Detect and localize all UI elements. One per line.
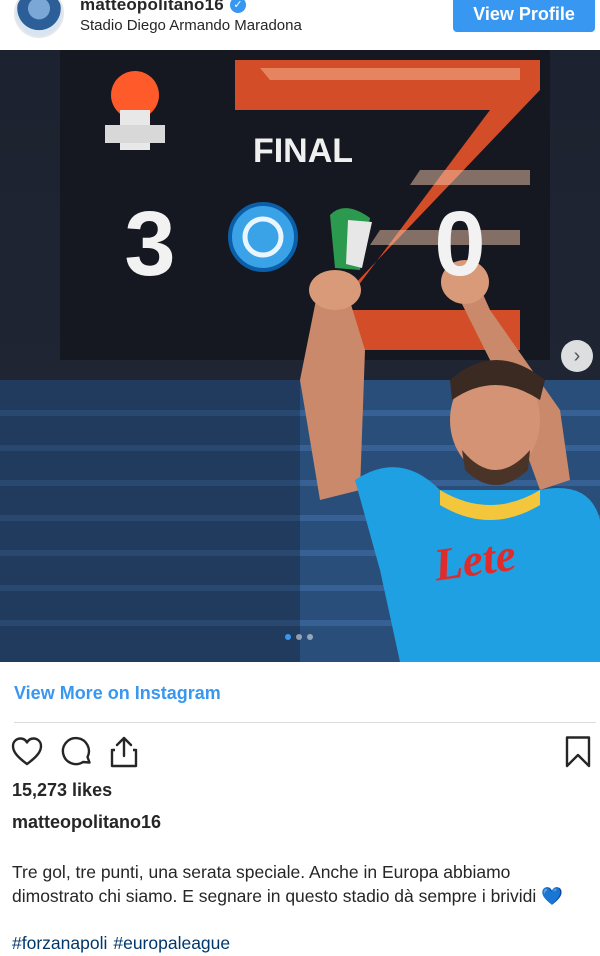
save-button[interactable] (561, 735, 595, 769)
comment-button[interactable] (60, 735, 94, 769)
post-header: matteopolitano16 ✓ Stadio Diego Armando … (0, 0, 600, 50)
divider (14, 722, 596, 723)
avatar[interactable] (14, 0, 64, 38)
away-score: 0 (434, 193, 485, 295)
username[interactable]: matteopolitano16 (80, 0, 224, 15)
location[interactable]: Stadio Diego Armando Maradona (80, 17, 302, 34)
photo-illustration: 3 0 FINAL Lete (0, 50, 600, 662)
home-score: 3 (124, 193, 175, 295)
hashtag-link[interactable]: #europaleague (113, 933, 230, 953)
username-row: matteopolitano16 ✓ (80, 0, 246, 15)
scoreboard-label: FINAL (253, 132, 353, 170)
caption-text: Tre gol, tre punti, una serata speciale.… (12, 862, 563, 906)
view-more-link[interactable]: View More on Instagram (14, 683, 221, 704)
bookmark-icon (565, 736, 591, 768)
carousel-dot[interactable] (307, 634, 313, 640)
heart-icon (11, 737, 43, 766)
share-button[interactable] (107, 735, 141, 769)
carousel-next-button[interactable]: › (561, 340, 593, 372)
caption-username[interactable]: matteopolitano16 (12, 812, 161, 833)
comment-icon (61, 736, 91, 766)
napoli-crest-icon (228, 202, 298, 272)
view-profile-button[interactable]: View Profile (453, 0, 595, 32)
carousel-dot[interactable] (296, 634, 302, 640)
verified-badge-icon: ✓ (229, 0, 246, 13)
likes-count[interactable]: 15,273 likes (12, 780, 112, 801)
carousel-dots (285, 634, 313, 640)
post-photo[interactable]: 3 0 FINAL Lete › (0, 50, 600, 662)
hashtag-link[interactable]: #forzanapoli (12, 933, 107, 953)
share-icon (110, 736, 138, 768)
hashtags: #forzanapoli #europaleague (12, 933, 236, 954)
like-button[interactable] (10, 735, 44, 769)
carousel-dot-active[interactable] (285, 634, 291, 640)
